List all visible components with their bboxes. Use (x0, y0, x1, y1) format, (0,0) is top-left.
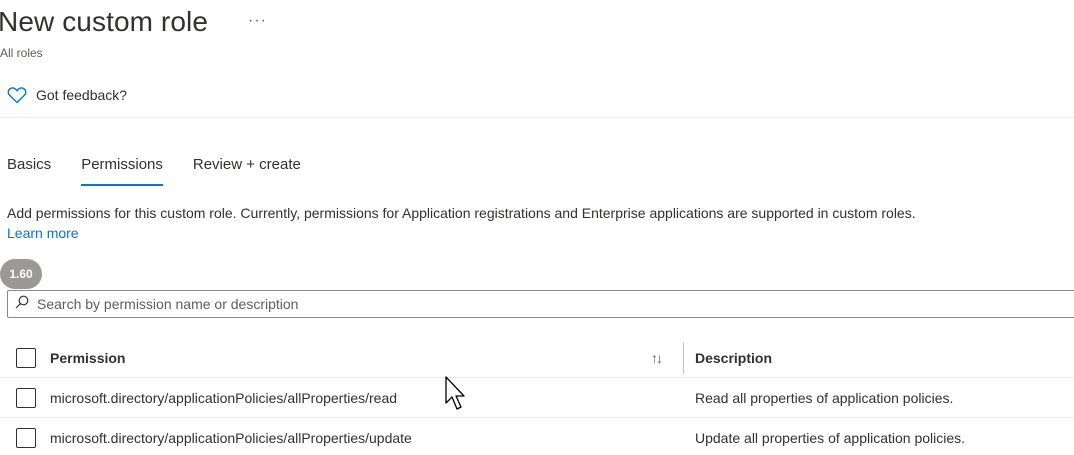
search-icon (15, 295, 29, 314)
search-box[interactable] (7, 290, 1074, 318)
permissions-description: Add permissions for this custom role. Cu… (7, 203, 927, 243)
tab-permissions[interactable]: Permissions (81, 156, 163, 186)
tab-bar: Basics Permissions Review + create (7, 156, 331, 186)
feedback-label: Got feedback? (36, 87, 128, 103)
mouse-pointer-icon (445, 376, 465, 410)
permission-description: Update all properties of application pol… (695, 429, 966, 446)
permission-name: microsoft.directory/applicationPolicies/… (50, 389, 398, 406)
tab-basics[interactable]: Basics (7, 156, 51, 186)
row-checkbox[interactable] (16, 387, 36, 408)
select-all-checkbox[interactable] (16, 347, 36, 368)
row-checkbox[interactable] (16, 427, 36, 448)
sort-icon[interactable]: ↑↓ (651, 350, 663, 366)
description-text: Add permissions for this custom role. Cu… (7, 205, 916, 221)
table-row[interactable]: microsoft.directory/applicationPolicies/… (0, 418, 1074, 455)
feedback-button[interactable]: Got feedback? (7, 86, 127, 104)
search-input[interactable] (37, 296, 1037, 312)
page-title: New custom role (0, 6, 209, 37)
permissions-table: Permission ↑↓ Description microsoft.dire… (0, 338, 1074, 455)
column-header-description[interactable]: Description (695, 350, 772, 366)
more-options-button[interactable]: ··· (248, 12, 267, 30)
overlay-badge: 1.60 (0, 259, 42, 289)
tab-review-create[interactable]: Review + create (193, 156, 301, 186)
heart-icon (7, 86, 27, 104)
column-header-permission[interactable]: Permission (50, 350, 125, 366)
column-resize-handle[interactable] (683, 342, 684, 374)
header-divider (0, 117, 1074, 118)
permission-name: microsoft.directory/applicationPolicies/… (50, 429, 412, 446)
table-header-row: Permission ↑↓ Description (0, 338, 1074, 378)
table-row[interactable]: microsoft.directory/applicationPolicies/… (0, 378, 1074, 418)
learn-more-link[interactable]: Learn more (7, 225, 79, 241)
breadcrumb[interactable]: All roles (0, 46, 43, 60)
permission-description: Read all properties of application polic… (695, 389, 954, 406)
